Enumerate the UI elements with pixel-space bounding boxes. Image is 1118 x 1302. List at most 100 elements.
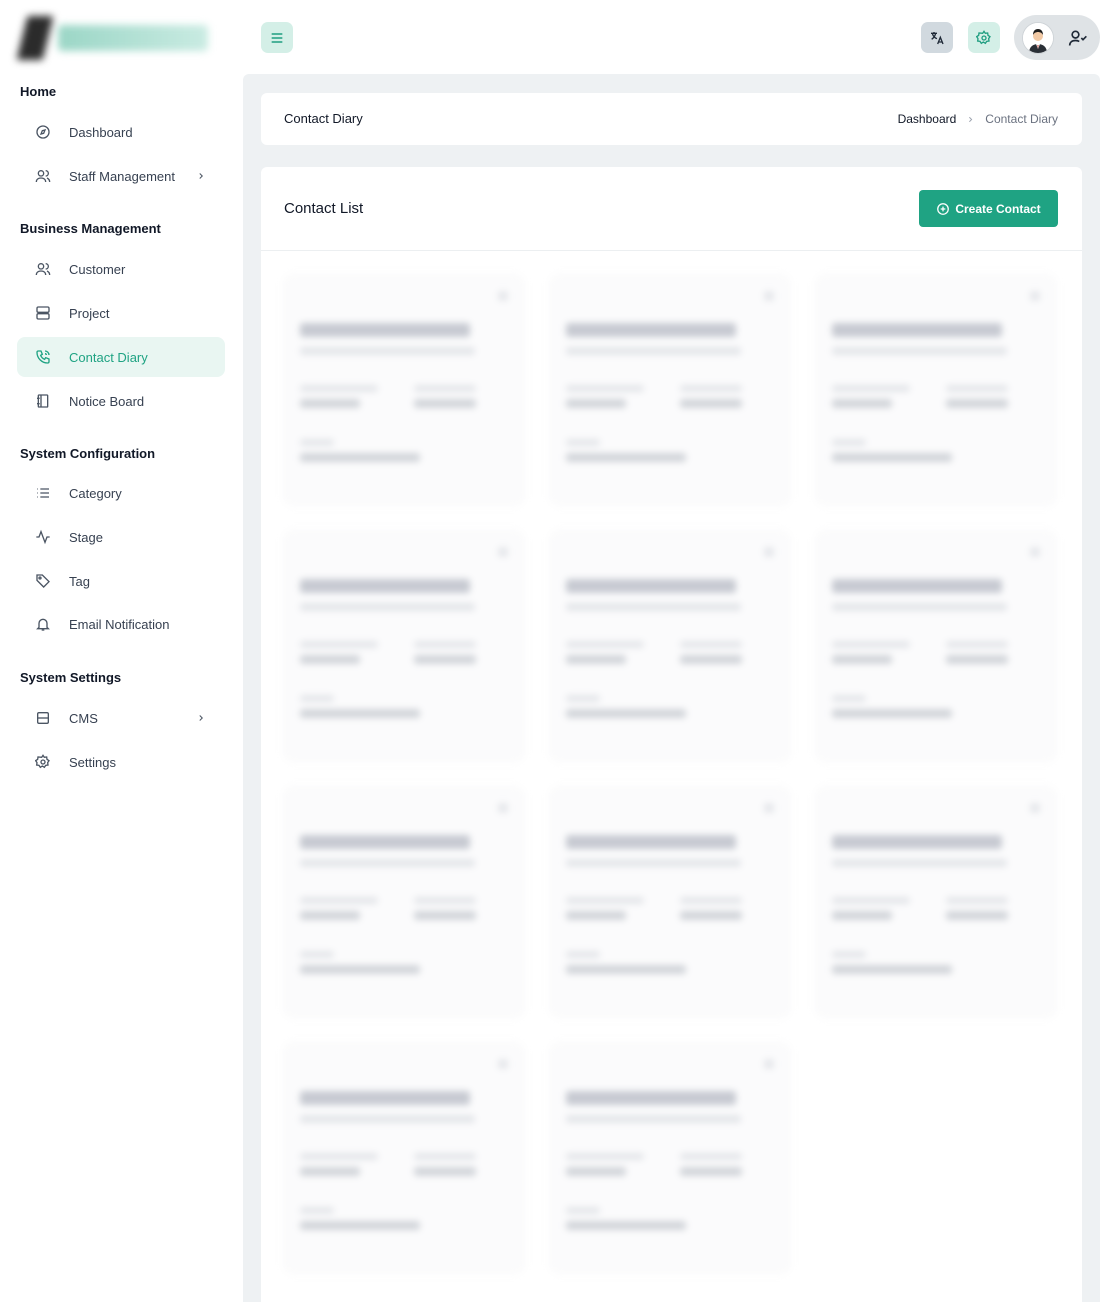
blurred-text	[832, 695, 866, 702]
create-contact-button[interactable]: Create Contact	[919, 190, 1058, 227]
blurred-text	[832, 347, 1007, 355]
sidebar-item-cms[interactable]: CMS	[17, 698, 225, 738]
sidebar-item-dashboard[interactable]: Dashboard	[17, 112, 225, 152]
blurred-text	[300, 579, 470, 593]
create-contact-label: Create Contact	[955, 201, 1041, 216]
blurred-text	[300, 1091, 470, 1105]
nav-section-home: Home	[20, 84, 57, 99]
blurred-text	[300, 347, 475, 355]
nav-section-business-management: Business Management	[20, 221, 161, 236]
blurred-text	[300, 965, 420, 974]
contact-card[interactable]	[816, 531, 1056, 761]
blurred-text	[832, 385, 910, 392]
sidebar-item-contact-diary[interactable]: Contact Diary	[17, 337, 225, 377]
blurred-text	[680, 897, 742, 904]
breadcrumb-dashboard-link[interactable]: Dashboard	[898, 112, 957, 126]
blurred-text	[300, 835, 470, 849]
blurred-text	[414, 399, 476, 408]
users-icon	[34, 260, 52, 278]
language-button[interactable]	[921, 22, 953, 53]
card-menu-icon[interactable]	[764, 547, 774, 557]
sidebar-item-label: Project	[69, 305, 110, 321]
blurred-text	[566, 399, 626, 408]
contact-card[interactable]	[816, 275, 1056, 505]
blurred-text	[566, 641, 644, 648]
blurred-text	[300, 695, 334, 702]
blurred-text	[300, 859, 475, 867]
chevron-right-icon	[194, 169, 208, 183]
menu-toggle-button[interactable]	[261, 22, 293, 53]
brand-logo[interactable]	[16, 14, 222, 62]
plus-circle-icon	[937, 202, 950, 215]
card-menu-icon[interactable]	[498, 803, 508, 813]
card-menu-icon[interactable]	[498, 547, 508, 557]
blurred-text	[680, 911, 742, 920]
sidebar-item-project[interactable]: Project	[17, 293, 225, 333]
sidebar-item-label: CMS	[69, 710, 98, 726]
blurred-text	[566, 859, 741, 867]
blurred-text	[566, 911, 626, 920]
sidebar-item-staff-management[interactable]: Staff Management	[17, 156, 225, 196]
card-menu-icon[interactable]	[764, 291, 774, 301]
blurred-text	[832, 951, 866, 958]
contact-card[interactable]	[550, 275, 790, 505]
users-icon	[34, 167, 52, 185]
page-title: Contact Diary	[284, 111, 363, 126]
nav-section-system-settings: System Settings	[20, 670, 122, 685]
sidebar-item-label: Category	[69, 485, 122, 501]
contact-card[interactable]	[550, 531, 790, 761]
contact-card[interactable]	[816, 787, 1056, 1017]
blurred-text	[300, 439, 334, 446]
sidebar-item-customer[interactable]: Customer	[17, 249, 225, 289]
profile-menu[interactable]	[1014, 15, 1100, 60]
card-menu-icon[interactable]	[764, 1059, 774, 1069]
gear-icon	[34, 753, 52, 771]
sidebar-item-label: Notice Board	[69, 393, 145, 409]
phone-icon	[34, 348, 52, 366]
sidebar-item-label: Contact Diary	[69, 349, 148, 365]
blurred-text	[832, 439, 866, 446]
contact-card[interactable]	[284, 787, 524, 1017]
blurred-text	[566, 385, 644, 392]
blurred-text	[414, 897, 476, 904]
blurred-text	[946, 641, 1008, 648]
contact-card[interactable]	[284, 275, 524, 505]
sidebar-item-settings[interactable]: Settings	[17, 742, 225, 782]
sidebar-item-notice-board[interactable]: Notice Board	[17, 381, 225, 421]
sidebar-item-stage[interactable]: Stage	[17, 517, 225, 557]
blurred-text	[680, 1167, 742, 1176]
settings-button[interactable]	[968, 22, 1000, 53]
contact-card[interactable]	[284, 1043, 524, 1273]
blurred-text	[566, 835, 736, 849]
blurred-text	[566, 323, 736, 337]
sidebar-item-category[interactable]: Category	[17, 473, 225, 513]
blurred-text	[832, 859, 1007, 867]
gear-icon	[976, 29, 991, 44]
sidebar: Home Dashboard Staff Management Business…	[0, 0, 242, 1302]
blurred-text	[566, 695, 600, 702]
blurred-text	[832, 399, 892, 408]
bell-icon	[34, 615, 52, 633]
blurred-text	[414, 911, 476, 920]
sidebar-item-tag[interactable]: Tag	[17, 561, 225, 601]
card-menu-icon[interactable]	[1030, 291, 1040, 301]
server-icon	[34, 304, 52, 322]
blurred-text	[566, 655, 626, 664]
card-menu-icon[interactable]	[498, 1059, 508, 1069]
card-menu-icon[interactable]	[1030, 547, 1040, 557]
contact-card[interactable]	[284, 531, 524, 761]
blurred-text	[566, 951, 600, 958]
contact-card[interactable]	[550, 787, 790, 1017]
card-menu-icon[interactable]	[498, 291, 508, 301]
blurred-text	[566, 453, 686, 462]
blurred-text	[300, 911, 360, 920]
card-menu-icon[interactable]	[1030, 803, 1040, 813]
contact-card[interactable]	[550, 1043, 790, 1273]
blurred-text	[300, 1167, 360, 1176]
blurred-text	[680, 1153, 742, 1160]
logo-mark	[16, 16, 54, 60]
card-menu-icon[interactable]	[764, 803, 774, 813]
blurred-text	[832, 603, 1007, 611]
blurred-text	[300, 1221, 420, 1230]
sidebar-item-email-notification[interactable]: Email Notification	[17, 604, 225, 644]
